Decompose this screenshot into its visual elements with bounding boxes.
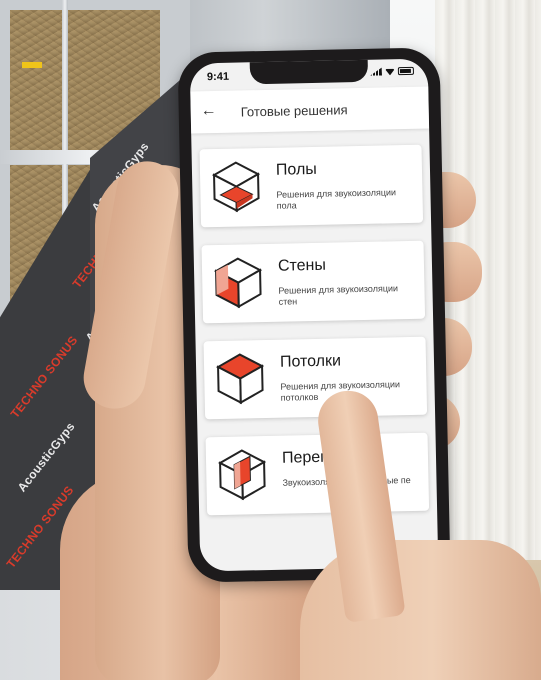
solution-card-floors[interactable]: Полы Решения для звукоизоляции пола [199,144,424,228]
battery-icon [397,66,414,76]
card-title: Стены [277,256,327,275]
partition-cube-icon [217,449,267,501]
app-bar: ← Готовые решения [190,86,430,134]
card-title: Полы [275,160,318,179]
photo-scene: AcousticGyps TECHNO SONUS AcousticGyps T… [0,0,541,680]
back-arrow-icon[interactable]: ← [201,102,217,120]
status-icons [370,66,414,76]
right-hand [300,540,541,680]
phone-notch [249,58,369,85]
floor-cube-icon [211,161,261,213]
solution-card-walls[interactable]: Стены Решения для звукоизоляции стен [201,240,426,324]
signal-icon [370,68,382,76]
card-subtitle: Решения для звукоизоляции пола [276,187,397,211]
mineral-wool-panel [10,10,62,150]
solution-card-ceilings[interactable]: Потолки Решения для звукоизоляции потолк… [203,336,428,420]
page-title: Готовые решения [240,102,348,120]
solution-card-partitions[interactable]: Перегор Звукоизоляцис возводимые пе [205,432,430,516]
status-time: 9:41 [206,70,230,84]
smartphone: 9:41 ← Готовые решения Полы Решения для … [177,47,451,583]
wifi-icon [385,67,395,75]
phone-screen: 9:41 ← Готовые решения Полы Решения для … [189,58,439,572]
yellow-tape [22,62,42,68]
wall-cube-icon [213,257,263,309]
card-title: Потолки [279,352,342,371]
card-subtitle: Решения для звукоизоляции стен [278,283,399,307]
ceiling-cube-icon [215,353,265,405]
